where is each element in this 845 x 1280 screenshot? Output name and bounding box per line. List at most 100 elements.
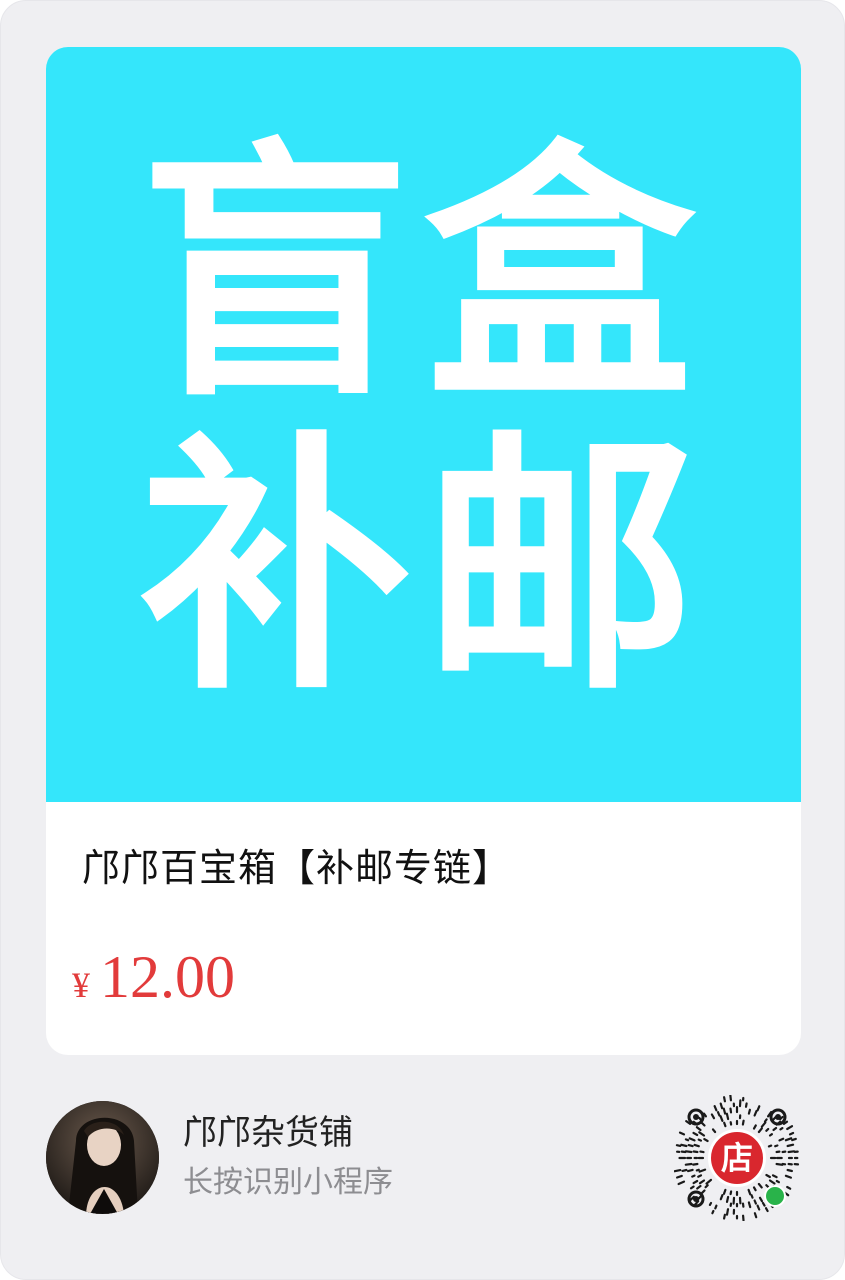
code-dash	[680, 1143, 688, 1148]
code-dash	[786, 1185, 792, 1190]
code-dash	[692, 1150, 699, 1154]
code-dash	[784, 1137, 793, 1142]
product-title: 邝邝百宝箱【补邮专链】	[82, 846, 512, 890]
code-dash	[756, 1204, 761, 1211]
code-dash	[695, 1168, 700, 1172]
code-dash	[756, 1105, 761, 1112]
code-dash	[757, 1127, 763, 1134]
code-dash	[684, 1138, 690, 1142]
code-dash	[705, 1178, 713, 1185]
code-dash	[767, 1144, 773, 1148]
shop-badge-icon: 店	[708, 1129, 766, 1187]
currency-symbol: ¥	[72, 965, 90, 1005]
code-dash	[753, 1212, 758, 1219]
code-dash	[768, 1133, 774, 1137]
code-dash	[719, 1115, 724, 1122]
code-dash	[752, 1124, 757, 1130]
user-avatar-icon	[46, 1101, 159, 1214]
code-dash	[716, 1111, 721, 1117]
code-dash	[673, 1168, 682, 1173]
code-finder-dot	[693, 1196, 699, 1202]
code-dash	[693, 1143, 700, 1148]
code-dash	[788, 1131, 795, 1136]
code-dash	[763, 1118, 768, 1123]
code-dash	[691, 1174, 696, 1178]
code-dash	[747, 1201, 752, 1209]
code-dash	[786, 1143, 795, 1148]
code-dash	[758, 1196, 764, 1203]
code-dash	[713, 1105, 718, 1112]
code-dash	[768, 1179, 776, 1185]
code-dash	[750, 1194, 754, 1199]
code-dash	[692, 1179, 699, 1185]
code-dash	[688, 1137, 696, 1142]
code-dash	[698, 1168, 707, 1173]
mini-program-code[interactable]: 店	[673, 1093, 800, 1222]
code-dash	[695, 1126, 702, 1132]
code-dash	[722, 1188, 727, 1195]
code-dash	[760, 1121, 767, 1128]
code-dash	[696, 1184, 702, 1190]
product-image-text-line1: 盲盒	[139, 119, 708, 435]
code-dash	[677, 1180, 686, 1186]
code-dash	[753, 1199, 758, 1205]
code-dash	[714, 1204, 718, 1210]
code-dash	[764, 1207, 769, 1213]
code-finder-dot	[775, 1114, 781, 1120]
code-dash	[684, 1162, 693, 1166]
code-dash	[761, 1201, 766, 1207]
price: ¥12.00	[72, 942, 235, 1012]
code-dash	[692, 1162, 699, 1166]
code-dash	[687, 1143, 694, 1148]
code-dash	[725, 1195, 730, 1204]
code-dash	[771, 1174, 778, 1179]
code-dash	[698, 1131, 706, 1137]
code-dash	[747, 1188, 752, 1196]
code-dash	[779, 1126, 784, 1131]
product-image-text-line2: 补邮	[139, 411, 708, 727]
code-dash	[699, 1150, 705, 1154]
product-card[interactable]: 盲盒 补邮 邝邝百宝箱【补邮专链】 ¥12.00	[46, 47, 801, 1055]
code-dash	[744, 1102, 748, 1108]
code-dash	[689, 1185, 695, 1190]
shop-footer: 邝邝杂货铺 长按识别小程序 店	[1, 1055, 844, 1279]
code-dash	[765, 1127, 770, 1132]
code-dash	[747, 1108, 752, 1115]
code-dash	[697, 1174, 703, 1178]
code-dash	[729, 1093, 733, 1102]
code-dash	[719, 1194, 724, 1201]
code-dash	[765, 1173, 772, 1179]
code-dash	[708, 1201, 713, 1207]
share-poster: 盲盒 补邮 邝邝百宝箱【补邮专链】 ¥12.00 邝邝杂货铺 长按识别小程序 店	[0, 0, 845, 1280]
code-dash	[722, 1096, 727, 1103]
code-dash	[719, 1102, 724, 1110]
code-dash	[784, 1174, 793, 1179]
code-dash	[775, 1179, 781, 1184]
code-dash	[723, 1121, 727, 1128]
product-image[interactable]: 盲盒 补邮	[46, 47, 801, 802]
shop-name: 邝邝杂货铺	[183, 1113, 353, 1153]
code-dash	[700, 1121, 706, 1127]
code-dash	[786, 1168, 794, 1173]
code-dash	[692, 1131, 699, 1137]
code-dash	[710, 1113, 716, 1120]
code-dash	[725, 1112, 730, 1121]
avatar	[46, 1101, 159, 1214]
code-dash	[741, 1119, 745, 1126]
code-dash	[681, 1168, 688, 1173]
long-press-hint: 长按识别小程序	[183, 1165, 393, 1200]
code-dash	[698, 1179, 706, 1185]
price-amount: 12.00	[100, 944, 235, 1010]
code-dash	[729, 1190, 733, 1196]
code-dash	[697, 1138, 703, 1142]
code-dash	[704, 1184, 709, 1189]
code-dash	[675, 1174, 683, 1179]
code-dash	[700, 1189, 706, 1195]
code-dash	[687, 1168, 694, 1173]
code-dash	[753, 1110, 758, 1117]
mini-program-link-icon	[764, 1185, 786, 1207]
code-dash	[772, 1126, 778, 1132]
code-dash	[787, 1150, 796, 1154]
code-dash	[786, 1125, 794, 1131]
code-dash	[684, 1150, 693, 1154]
